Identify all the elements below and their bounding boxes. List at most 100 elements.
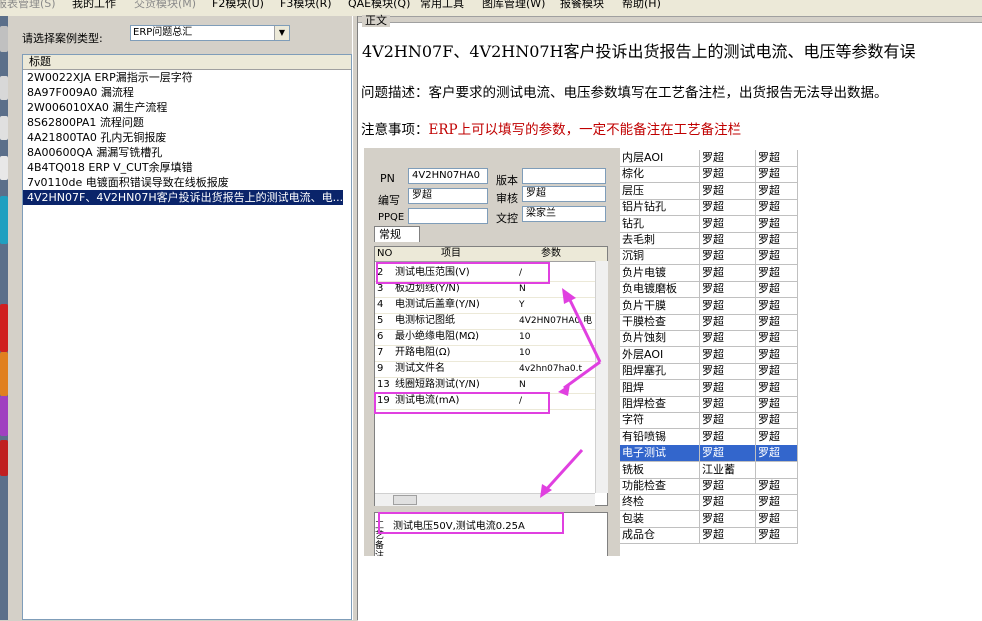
case-type-select[interactable]: ERP问题总汇 ▼: [130, 25, 290, 41]
table-row: 负片蚀刻 罗超 罗超: [620, 330, 798, 348]
menu-meal[interactable]: 报餐模块: [560, 0, 604, 11]
menu-my-work[interactable]: 我的工作: [72, 0, 116, 11]
process-reviewer: 罗超: [756, 166, 798, 183]
process-editor: 罗超: [700, 150, 756, 166]
process-name: 干膜检查: [620, 314, 700, 330]
process-reviewer: 罗超: [756, 346, 798, 363]
menu-library[interactable]: 图库管理(W): [482, 0, 545, 11]
strip-icon[interactable]: [0, 116, 8, 140]
case-panel: 请选择案例类型: ERP问题总汇 ▼ 标题 2W0022XJA ERP漏指示一层…: [8, 16, 352, 620]
list-header-title[interactable]: 标题: [23, 55, 351, 70]
process-editor: 罗超: [700, 314, 756, 330]
process-editor: 罗超: [700, 510, 756, 527]
process-table: 内层AOI 罗超 罗超 棕化 罗超 罗超 层压 罗超 罗超 铝片钻孔 罗超 罗超 钻孔 罗超 罗超 去毛刺 罗超…: [620, 148, 798, 556]
process-form: PN 4V2HN07HA0 版本 编写 罗超 审核 罗超 PPQE 文控 梁家兰…: [364, 148, 614, 556]
chevron-down-icon[interactable]: ▼: [274, 26, 289, 40]
table-row: 阻焊检查 罗超 罗超: [620, 396, 798, 413]
process-reviewer: 罗超: [756, 478, 798, 494]
process-editor: 罗超: [700, 527, 756, 544]
process-name: 铣板: [620, 461, 700, 478]
arrow-remark-line: [542, 448, 584, 494]
process-name: 铝片钻孔: [620, 199, 700, 216]
process-name: 棕化: [620, 166, 700, 183]
process-reviewer: 罗超: [756, 445, 798, 462]
table-row: 阻焊 罗超 罗超: [620, 379, 798, 397]
strip-icon[interactable]: [0, 352, 8, 396]
process-editor: 罗超: [700, 232, 756, 248]
process-reviewer: 罗超: [756, 182, 798, 199]
process-editor: 罗超: [700, 412, 756, 429]
table-row: 电子测试 罗超 罗超: [620, 445, 798, 463]
process-name: 负电镀磨板: [620, 281, 700, 298]
process-reviewer: 罗超: [756, 264, 798, 281]
list-item[interactable]: 2W0022XJA ERP漏指示一层字符: [23, 70, 351, 85]
list-item[interactable]: 8A00600QA 漏漏写铣槽孔: [23, 145, 351, 160]
table-row: 负片电镀 罗超 罗超: [620, 264, 798, 282]
list-item[interactable]: 2W006010XA0 漏生产流程: [23, 100, 351, 115]
table-row: 铝片钻孔 罗超 罗超: [620, 199, 798, 217]
note-label: 注意事项：: [361, 122, 429, 138]
list-item[interactable]: 4A21800TA0 孔内无铜报废: [23, 130, 351, 145]
process-reviewer: 罗超: [756, 494, 798, 511]
process-reviewer: 罗超: [756, 297, 798, 314]
process-name: 负片蚀刻: [620, 330, 700, 347]
process-editor: 罗超: [700, 478, 756, 494]
case-list[interactable]: 标题 2W0022XJA ERP漏指示一层字符 8A97F009A0 漏流程 2…: [22, 54, 352, 620]
list-item[interactable]: 4B4TQ018 ERP V_CUT余厚填错: [23, 160, 351, 175]
process-reviewer: 罗超: [756, 199, 798, 216]
strip-icon[interactable]: [0, 76, 8, 100]
case-type-value: ERP问题总汇: [133, 27, 193, 38]
arrow-down-line: [563, 360, 601, 390]
arrow-head: [562, 288, 576, 304]
process-reviewer: 罗超: [756, 281, 798, 298]
process-editor: 罗超: [700, 330, 756, 347]
annotation-arrows: [540, 288, 602, 498]
table-row: 负片干膜 罗超 罗超: [620, 297, 798, 315]
process-name: 沉铜: [620, 248, 700, 265]
process-name: 层压: [620, 182, 700, 199]
process-editor: 罗超: [700, 182, 756, 199]
table-row: 包装 罗超 罗超: [620, 510, 798, 528]
process-name: 包装: [620, 510, 700, 527]
menu-delivery[interactable]: 交货模块(M): [134, 0, 196, 11]
process-editor: 罗超: [700, 445, 756, 462]
process-name: 内层AOI: [620, 150, 700, 166]
process-reviewer: 罗超: [756, 363, 798, 380]
embedded-screenshot: PN 4V2HN07HA0 版本 编写 罗超 审核 罗超 PPQE 文控 梁家兰…: [364, 148, 798, 556]
case-title: 4V2HN07F、4V2HN07H客户投诉出货报告上的测试电流、电压等参数有误: [362, 42, 916, 61]
process-editor: 罗超: [700, 199, 756, 216]
menu-tools[interactable]: 常用工具: [420, 0, 464, 11]
strip-icon[interactable]: [0, 196, 8, 244]
menu-qae[interactable]: QAE模块(Q): [348, 0, 410, 11]
strip-icon[interactable]: [0, 156, 8, 180]
menu-f3[interactable]: F3模块(R): [280, 0, 332, 11]
process-name: 阻焊检查: [620, 396, 700, 412]
list-item[interactable]: 7v0110de 电镀面积错误导致在线板报废: [23, 175, 351, 190]
process-reviewer: 罗超: [756, 510, 798, 527]
table-row: 内层AOI 罗超 罗超: [620, 150, 798, 167]
list-item-selected[interactable]: 4V2HN07F、4V2HN07H客户投诉出货报告上的测试电流、电...: [23, 190, 343, 205]
table-row: 沉铜 罗超 罗超: [620, 248, 798, 266]
strip-icon[interactable]: [0, 396, 8, 436]
strip-icon[interactable]: [0, 440, 8, 476]
process-name: 阻焊: [620, 379, 700, 396]
table-row: 成品仓 罗超 罗超: [620, 527, 798, 545]
menu-report[interactable]: 报表管理(S): [0, 0, 56, 11]
menu-f2[interactable]: F2模块(U): [212, 0, 264, 11]
menu-help[interactable]: 帮助(H): [622, 0, 661, 11]
process-editor: 罗超: [700, 297, 756, 314]
list-item[interactable]: 8A97F009A0 漏流程: [23, 85, 351, 100]
process-editor: 罗超: [700, 363, 756, 380]
process-reviewer: 罗超: [756, 215, 798, 232]
table-row: 铣板 江业蓄: [620, 461, 798, 479]
strip-icon[interactable]: [0, 26, 8, 52]
process-reviewer: 罗超: [756, 330, 798, 347]
strip-icon[interactable]: [0, 304, 8, 352]
list-item[interactable]: 8S62800PA1 流程问题: [23, 115, 351, 130]
process-name: 阻焊塞孔: [620, 363, 700, 380]
process-name: 字符: [620, 412, 700, 429]
table-row: 负电镀磨板 罗超 罗超: [620, 281, 798, 299]
content-legend: 正文: [362, 15, 390, 27]
process-reviewer: 罗超: [756, 150, 798, 166]
process-editor: 江业蓄: [700, 461, 756, 478]
